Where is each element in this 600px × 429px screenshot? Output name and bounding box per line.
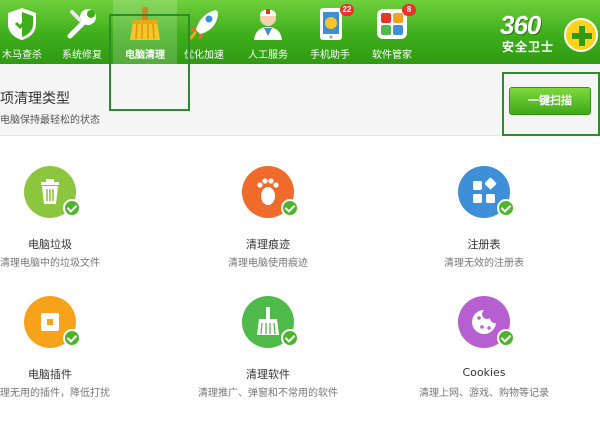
plus-logo-icon bbox=[564, 18, 598, 52]
apps-icon: 8 bbox=[374, 4, 416, 42]
item-name: 电脑垃圾 bbox=[28, 238, 72, 251]
checked-icon[interactable] bbox=[281, 329, 299, 347]
item-desc: 清理无用的插件，降低打扰 bbox=[0, 388, 110, 399]
checked-icon[interactable] bbox=[497, 199, 515, 217]
item-name: 注册表 bbox=[467, 238, 501, 251]
logo-text: 安全卫士 bbox=[502, 40, 555, 54]
cleanup-item-traces[interactable]: 清理痕迹 清理电脑使用痕迹 bbox=[163, 166, 373, 276]
item-name: 电脑插件 bbox=[28, 368, 72, 381]
cleanup-item-plugins[interactable]: 电脑插件 清理无用的插件，降低打扰 bbox=[0, 296, 155, 406]
rocket-icon bbox=[186, 6, 222, 42]
notification-badge: 22 bbox=[340, 4, 354, 16]
checked-icon[interactable] bbox=[63, 199, 81, 217]
360-logo: 360 安全卫士 bbox=[500, 10, 600, 58]
cleanup-item-software[interactable]: 清理软件 清理推广、弹窗和不常用的软件 bbox=[163, 296, 373, 406]
notification-badge: 8 bbox=[402, 4, 416, 16]
phone-icon: 22 bbox=[312, 4, 354, 42]
wrench-icon bbox=[64, 6, 100, 42]
item-desc: 清理上网、游戏、购物等记录 bbox=[419, 388, 549, 399]
highlight-box-scan-button bbox=[502, 72, 600, 136]
highlight-box-cleanup-tab bbox=[109, 14, 190, 111]
item-name: Cookies bbox=[462, 366, 506, 379]
item-name: 清理痕迹 bbox=[246, 238, 290, 251]
doctor-icon bbox=[250, 6, 286, 42]
checked-icon[interactable] bbox=[281, 199, 299, 217]
page-title: 项清理类型 bbox=[0, 91, 70, 107]
checked-icon[interactable] bbox=[497, 329, 515, 347]
cleanup-item-junk[interactable]: 电脑垃圾 清理电脑中的垃圾文件 bbox=[0, 166, 155, 276]
cleanup-item-cookies[interactable]: Cookies 清理上网、游戏、购物等记录 bbox=[379, 296, 589, 406]
checked-icon[interactable] bbox=[63, 329, 81, 347]
tab-label: 软件管家 bbox=[372, 50, 412, 61]
item-desc: 清理电脑中的垃圾文件 bbox=[0, 258, 100, 269]
shield-icon bbox=[4, 6, 40, 42]
item-name: 清理软件 bbox=[246, 368, 290, 381]
item-desc: 清理推广、弹窗和不常用的软件 bbox=[198, 388, 338, 399]
tab-software-manager[interactable]: 8 软件管家 bbox=[360, 0, 424, 64]
item-desc: 清理电脑使用痕迹 bbox=[228, 258, 308, 269]
item-desc: 清理无效的注册表 bbox=[444, 258, 524, 269]
logo-number: 360 bbox=[500, 10, 541, 40]
main-toolbar: 木马查杀 系统修复 电脑清理 优化加速 人工服务 22 手机助手 8 软件管家 … bbox=[0, 0, 600, 64]
page-subtitle: 电脑保持最轻松的状态 bbox=[0, 115, 100, 126]
cleanup-item-registry[interactable]: 注册表 清理无效的注册表 bbox=[379, 166, 589, 276]
